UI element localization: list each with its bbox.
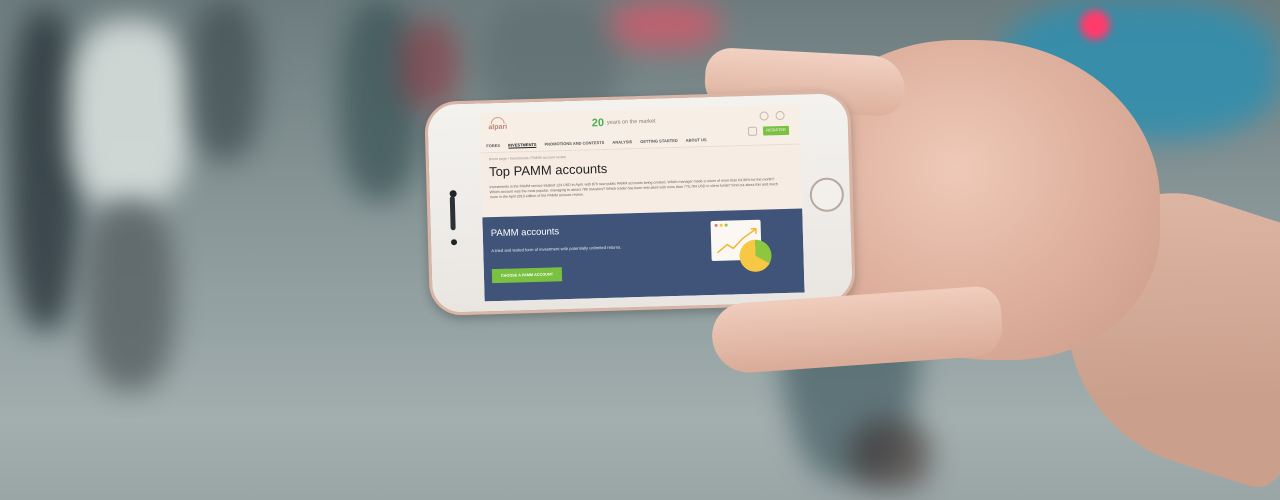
logo-text: alpari [488,123,508,132]
traffic-light-bokeh [610,0,720,50]
nav-analysis: ANALYSIS [612,139,633,145]
pedestrian-silhouette [70,20,190,210]
alpari-logo: alpari [486,116,510,132]
nav-getting-started: GETTING STARTED [640,137,678,144]
site-header: alpari 20 years on the market REGISTER [479,104,801,140]
pedestrian-silhouette [85,200,175,390]
anniversary-badge: 20 years on the market [591,116,656,130]
login-icon [747,126,758,136]
user-icon [759,111,769,121]
settings-icon [775,110,785,121]
sensor [450,239,458,246]
shoes [850,420,930,490]
register-button: REGISTER [762,125,790,136]
pie-chart-icon [739,239,772,273]
pedestrian-silhouette [190,0,260,160]
smartphone: alpari 20 years on the market REGISTER F… [424,90,856,316]
banner-subtitle: A tried and tested form of investment wi… [491,244,622,254]
nav-forex: FOREX [486,142,501,149]
intro-paragraph: Investments in the PAMM service totalled… [489,177,778,200]
pedestrian-silhouette [400,20,460,110]
pamm-banner: PAMM accounts A tried and tested form of… [482,208,805,302]
phone-screen: alpari 20 years on the market REGISTER F… [479,104,805,302]
pedestrian-silhouette [10,10,80,330]
anniversary-number: 20 [591,116,605,130]
nav-about-us: ABOUT US [685,137,707,143]
nav-promotions: PROMOTIONS AND CONTESTS [544,139,605,147]
bus-light [1080,10,1110,40]
nav-investments: INVESTMENTS [508,141,537,149]
banner-title: PAMM accounts [490,226,560,240]
choose-pamm-button: CHOOSE A PAMM ACCOUNT [491,267,563,284]
home-button [809,177,845,213]
earpiece-speaker [449,196,456,231]
anniversary-text: years on the market [606,118,656,126]
